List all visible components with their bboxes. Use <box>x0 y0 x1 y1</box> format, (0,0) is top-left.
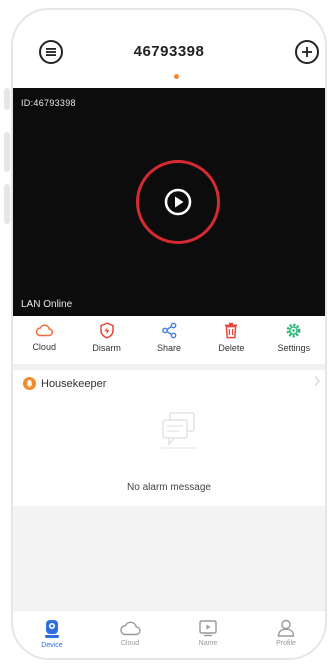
cloud-icon <box>36 324 54 337</box>
device-toolbar: Cloud Disarm Share Delete Settings <box>13 316 325 364</box>
settings-label: Settings <box>277 343 311 353</box>
cloud-label: Cloud <box>32 342 56 352</box>
delete-button[interactable]: Delete <box>200 316 262 364</box>
bottom-tab-bar: Device Cloud Name Profile <box>13 610 325 658</box>
app-header: 46793398 <box>13 10 325 94</box>
tab-profile-label: Profile <box>276 640 296 647</box>
device-title: 46793398 <box>133 43 205 60</box>
phone-frame: 46793398 ID:46793398 LAN Online Cloud Di… <box>11 8 327 660</box>
share-icon <box>161 322 176 339</box>
cloud-button[interactable]: Cloud <box>13 316 75 364</box>
shield-icon <box>99 322 114 339</box>
video-preview[interactable]: ID:46793398 LAN Online <box>13 88 325 316</box>
tab-name-label: Name <box>198 640 218 647</box>
share-label: Share <box>157 343 182 353</box>
housekeeper-panel: Housekeeper No alarm message <box>13 370 325 506</box>
housekeeper-icon <box>23 377 36 390</box>
phone-side-button <box>4 184 10 224</box>
trash-icon <box>225 322 238 339</box>
camera-icon <box>45 620 59 638</box>
tab-cloud-label: Cloud <box>120 640 140 647</box>
housekeeper-header[interactable]: Housekeeper <box>23 377 106 390</box>
cloud-icon <box>120 621 141 636</box>
empty-message-text: No alarm message <box>127 482 211 493</box>
housekeeper-label: Housekeeper <box>41 377 107 390</box>
disarm-button[interactable]: Disarm <box>75 316 137 364</box>
tab-device[interactable]: Device <box>13 611 91 658</box>
play-button[interactable] <box>136 160 220 244</box>
delete-label: Delete <box>218 343 245 353</box>
chevron-right-icon[interactable] <box>313 375 321 387</box>
tab-name[interactable]: Name <box>169 611 247 658</box>
content-background <box>13 506 325 610</box>
play-circle-icon <box>164 188 192 216</box>
share-button[interactable]: Share <box>138 316 200 364</box>
phone-side-button <box>4 88 10 110</box>
settings-button[interactable]: Settings <box>263 316 325 364</box>
disarm-label: Disarm <box>92 343 121 353</box>
phone-side-button <box>4 132 10 172</box>
tab-device-label: Device <box>41 642 63 649</box>
page: 46793398 ID:46793398 LAN Online Cloud Di… <box>0 0 336 668</box>
person-icon <box>277 619 295 637</box>
video-icon <box>199 620 217 637</box>
add-device-button[interactable] <box>295 40 319 64</box>
gear-icon <box>286 323 301 338</box>
tab-cloud[interactable]: Cloud <box>91 611 169 658</box>
device-id-label: ID:46793398 <box>21 98 76 108</box>
connection-status: LAN Online <box>21 299 73 310</box>
tab-profile[interactable]: Profile <box>247 611 325 658</box>
plus-circle-icon <box>302 47 312 57</box>
page-indicator-dot <box>174 74 179 79</box>
empty-messages-icon <box>161 412 197 449</box>
